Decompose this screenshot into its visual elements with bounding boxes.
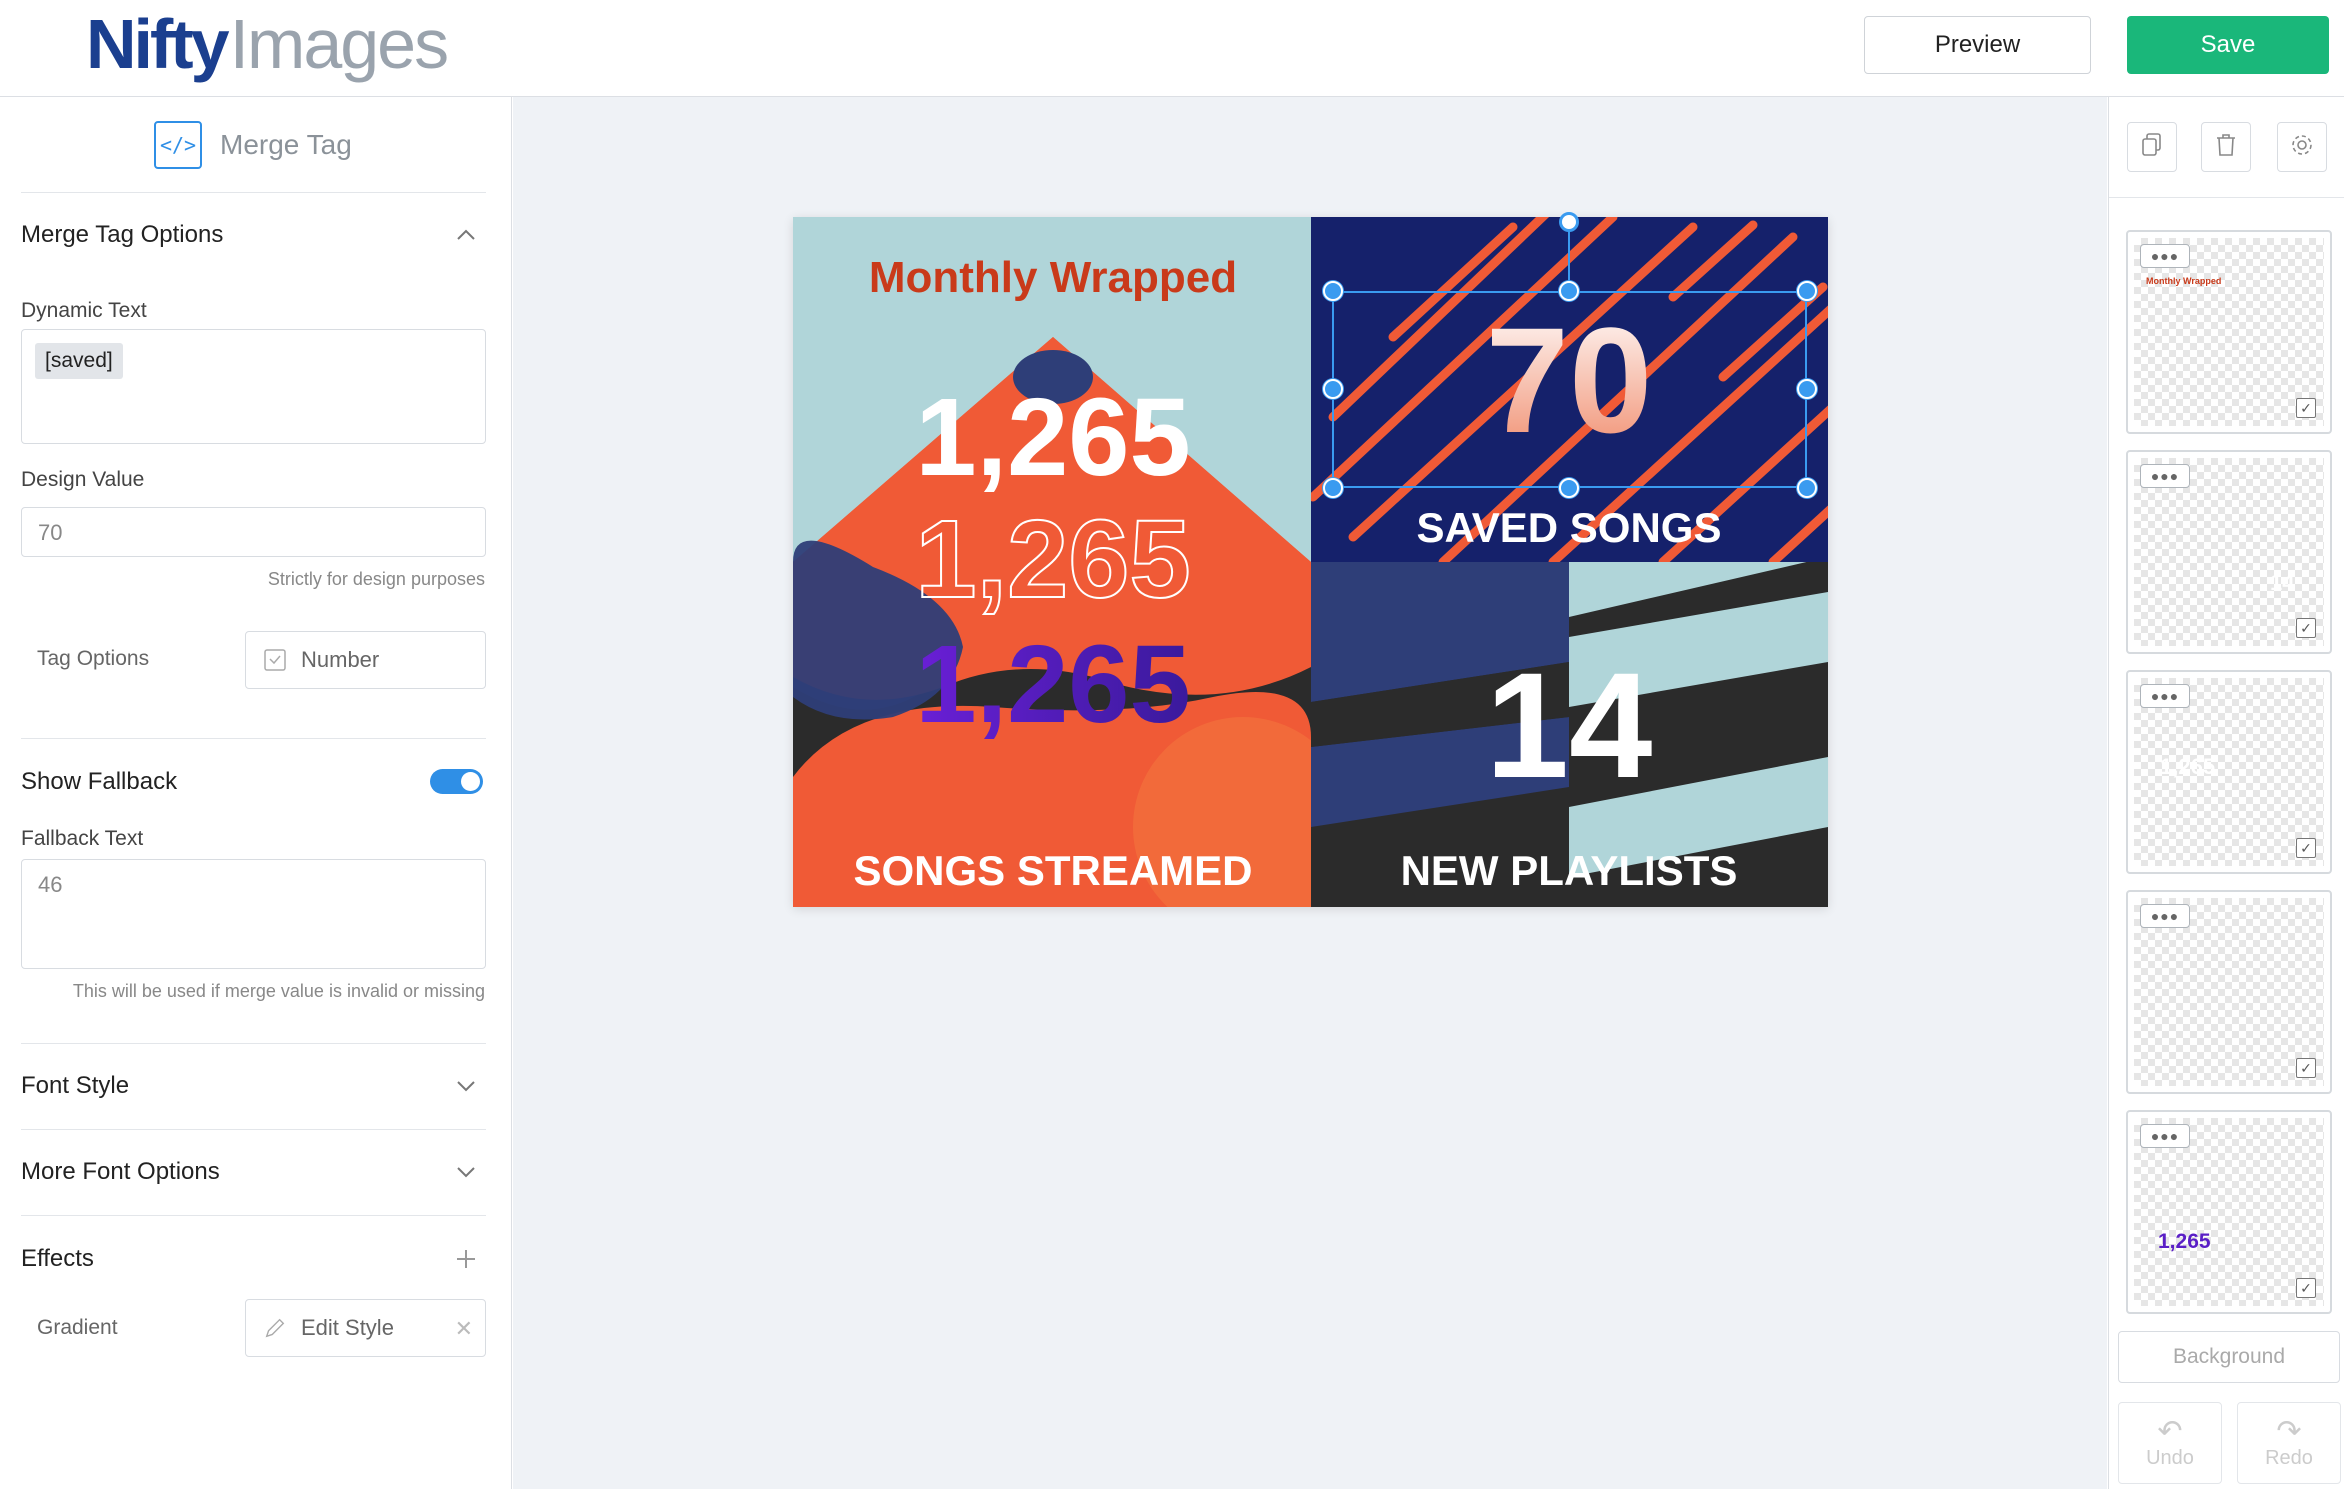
merge-tag-options-title[interactable]: Merge Tag Options xyxy=(21,221,223,249)
redo-label: Redo xyxy=(2265,1446,2313,1469)
divider xyxy=(21,738,486,739)
layer-preview-text: Monthly Wrapped xyxy=(2146,276,2222,286)
resize-handle-se[interactable] xyxy=(1797,478,1817,498)
selection-box[interactable] xyxy=(1332,291,1807,488)
redo-icon: ↷ xyxy=(2276,1414,2302,1448)
edit-style-button[interactable]: Edit Style ✕ xyxy=(245,1299,486,1357)
big-number-solid[interactable]: 1,265 xyxy=(915,376,1190,499)
tag-options-select[interactable]: Number xyxy=(245,631,486,689)
logo-strong-text: Nifty xyxy=(86,5,230,83)
undo-icon: ↶ xyxy=(2157,1414,2183,1448)
playlists-number[interactable]: 14 xyxy=(1486,641,1653,809)
fallback-hint: This will be used if merge value is inva… xyxy=(72,981,485,1001)
design-value-input[interactable]: 70 xyxy=(21,507,486,557)
pencil-icon xyxy=(263,1316,287,1340)
merge-tag-chip[interactable]: [saved] xyxy=(35,343,123,379)
more-options-icon[interactable]: ●●● xyxy=(2140,1124,2190,1148)
layer-visibility-checkbox[interactable]: ✓ xyxy=(2296,838,2316,858)
design-value-label: Design Value xyxy=(21,468,145,491)
songs-streamed-label[interactable]: SONGS STREAMED xyxy=(853,847,1252,894)
resize-handle-n[interactable] xyxy=(1559,281,1579,301)
properties-panel: </> Merge Tag Merge Tag Options Dynamic … xyxy=(0,97,512,1489)
layer-visibility-checkbox[interactable]: ✓ xyxy=(2296,1278,2316,1298)
layer-visibility-checkbox[interactable]: ✓ xyxy=(2296,1058,2316,1078)
layer-thumbnail[interactable]: ●●● 14 ✓ xyxy=(2126,450,2332,654)
checkbox-icon xyxy=(263,648,287,672)
saved-songs-label[interactable]: SAVED SONGS xyxy=(1417,504,1722,551)
design-title[interactable]: Monthly Wrapped xyxy=(869,253,1237,302)
tag-options-label: Tag Options xyxy=(37,647,150,670)
design-value-hint: Strictly for design purposes xyxy=(267,569,485,589)
resize-handle-sw[interactable] xyxy=(1323,478,1343,498)
layers-panel: ●●● Monthly Wrapped ✓ ●●● 14 ✓ ●●● 1,265… xyxy=(2108,97,2344,1489)
dynamic-text-label: Dynamic Text xyxy=(21,299,147,322)
new-playlists-label[interactable]: NEW PLAYLISTS xyxy=(1401,847,1738,894)
delete-button[interactable] xyxy=(2201,122,2251,172)
undo-label: Undo xyxy=(2146,1446,2194,1469)
panel-title: Merge Tag xyxy=(220,129,352,160)
resize-handle-nw[interactable] xyxy=(1323,281,1343,301)
trash-icon xyxy=(2215,132,2237,163)
edit-style-label: Edit Style xyxy=(301,1315,394,1340)
tag-options-value: Number xyxy=(301,647,380,672)
more-options-icon[interactable]: ●●● xyxy=(2140,684,2190,708)
divider xyxy=(2109,197,2344,198)
resize-handle-s[interactable] xyxy=(1559,478,1579,498)
more-options-icon[interactable]: ●●● xyxy=(2140,464,2190,488)
layer-visibility-checkbox[interactable]: ✓ xyxy=(2296,618,2316,638)
save-button[interactable]: Save xyxy=(2127,16,2329,74)
divider xyxy=(21,1043,486,1044)
resize-handle-e[interactable] xyxy=(1797,379,1817,399)
chevron-down-icon[interactable] xyxy=(452,1158,480,1186)
plus-icon[interactable] xyxy=(452,1245,480,1273)
fallback-text-label: Fallback Text xyxy=(21,827,144,850)
logo-light-text: Images xyxy=(229,5,450,83)
fallback-text-value: 46 xyxy=(38,872,63,897)
effects-title: Effects xyxy=(21,1245,94,1272)
layer-thumbnail[interactable]: ●●● ✓ xyxy=(2126,890,2332,1094)
resize-handle-ne[interactable] xyxy=(1797,281,1817,301)
more-options-icon[interactable]: ●●● xyxy=(2140,904,2190,928)
nifty-images-logo[interactable]: Nifty Images xyxy=(86,4,450,88)
show-fallback-toggle[interactable] xyxy=(430,769,483,794)
layer-preview-text: 14 xyxy=(2270,570,2295,595)
preview-button[interactable]: Preview xyxy=(1864,16,2091,74)
redo-button[interactable]: ↷ Redo xyxy=(2237,1402,2341,1484)
top-header: Nifty Images Preview Save xyxy=(0,0,2344,97)
settings-button[interactable] xyxy=(2277,122,2327,172)
gear-icon xyxy=(2289,132,2315,163)
divider xyxy=(21,1215,486,1216)
dynamic-text-field[interactable]: [saved] xyxy=(21,329,486,444)
more-font-options-title[interactable]: More Font Options xyxy=(21,1158,220,1186)
fallback-text-field[interactable]: 46 xyxy=(21,859,486,969)
layer-thumbnail[interactable]: ●●● 1,265 ✓ xyxy=(2126,1110,2332,1314)
layer-preview-text: 1,265 xyxy=(2160,754,2216,779)
divider xyxy=(21,192,486,193)
layer-thumbnail[interactable]: ●●● Monthly Wrapped ✓ xyxy=(2126,230,2332,434)
chevron-down-icon[interactable] xyxy=(452,1072,480,1100)
layer-preview-text: 1,265 xyxy=(2158,1230,2211,1253)
rotate-handle[interactable] xyxy=(1559,212,1579,232)
remove-icon[interactable]: ✕ xyxy=(455,1316,473,1342)
panel-header: </> Merge Tag xyxy=(154,121,352,169)
design-value-text: 70 xyxy=(38,520,63,545)
code-icon: </> xyxy=(154,121,202,169)
more-options-icon[interactable]: ●●● xyxy=(2140,244,2190,268)
copy-icon xyxy=(2140,132,2164,163)
gradient-label: Gradient xyxy=(37,1316,118,1339)
layer-visibility-checkbox[interactable]: ✓ xyxy=(2296,398,2316,418)
background-button[interactable]: Background xyxy=(2118,1331,2340,1383)
font-style-title[interactable]: Font Style xyxy=(21,1072,129,1100)
layer-thumbnail[interactable]: ●●● 1,265 ✓ xyxy=(2126,670,2332,874)
big-number-gradient[interactable]: 1,265 xyxy=(915,623,1190,746)
duplicate-button[interactable] xyxy=(2127,122,2177,172)
chevron-up-icon[interactable] xyxy=(452,221,480,249)
big-number-outline[interactable]: 1,265 xyxy=(914,497,1191,622)
undo-button[interactable]: ↶ Undo xyxy=(2118,1402,2222,1484)
divider xyxy=(21,1129,486,1130)
resize-handle-w[interactable] xyxy=(1323,379,1343,399)
show-fallback-label: Show Fallback xyxy=(21,768,178,795)
